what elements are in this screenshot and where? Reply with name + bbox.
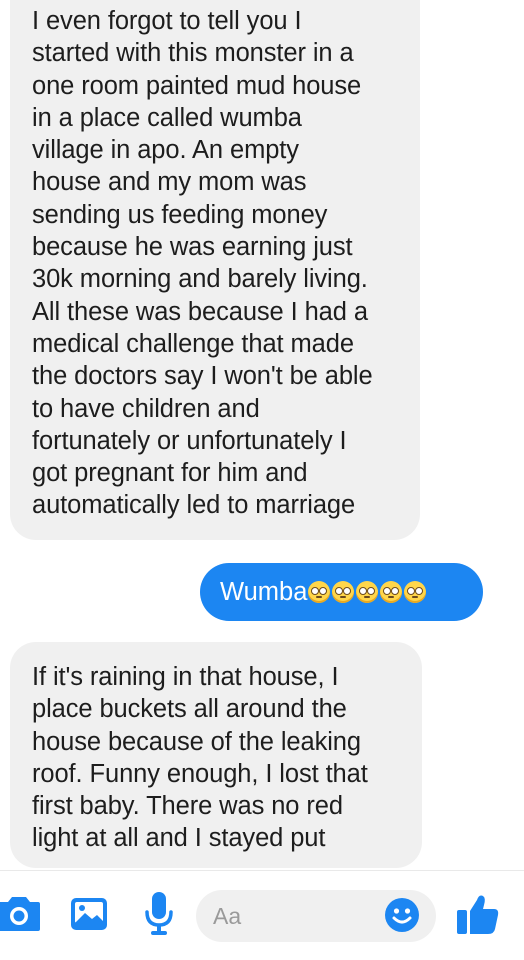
flushed-face-emoji	[332, 581, 355, 603]
outgoing-message-bubble[interactable]: Wumba	[200, 563, 483, 621]
toolbar-divider	[0, 870, 524, 871]
flushed-face-emoji	[404, 581, 427, 603]
flushed-face-emoji-group	[308, 581, 428, 603]
microphone-icon[interactable]	[144, 892, 174, 936]
flushed-face-emoji	[308, 581, 331, 603]
composer-toolbar: Aa	[0, 870, 524, 960]
incoming-message-bubble[interactable]: If it's raining in that house, I place b…	[10, 642, 422, 868]
thumbs-up-icon[interactable]	[457, 894, 499, 934]
incoming-message-bubble[interactable]: I even forgot to tell you I started with…	[10, 0, 420, 540]
flushed-face-emoji	[356, 581, 379, 603]
emoji-icon[interactable]	[385, 898, 419, 932]
gallery-icon[interactable]	[71, 898, 107, 930]
camera-icon[interactable]	[0, 896, 40, 932]
message-thread: I even forgot to tell you I started with…	[0, 0, 524, 870]
outgoing-message-text: Wumba	[220, 578, 308, 606]
flushed-face-emoji	[380, 581, 403, 603]
